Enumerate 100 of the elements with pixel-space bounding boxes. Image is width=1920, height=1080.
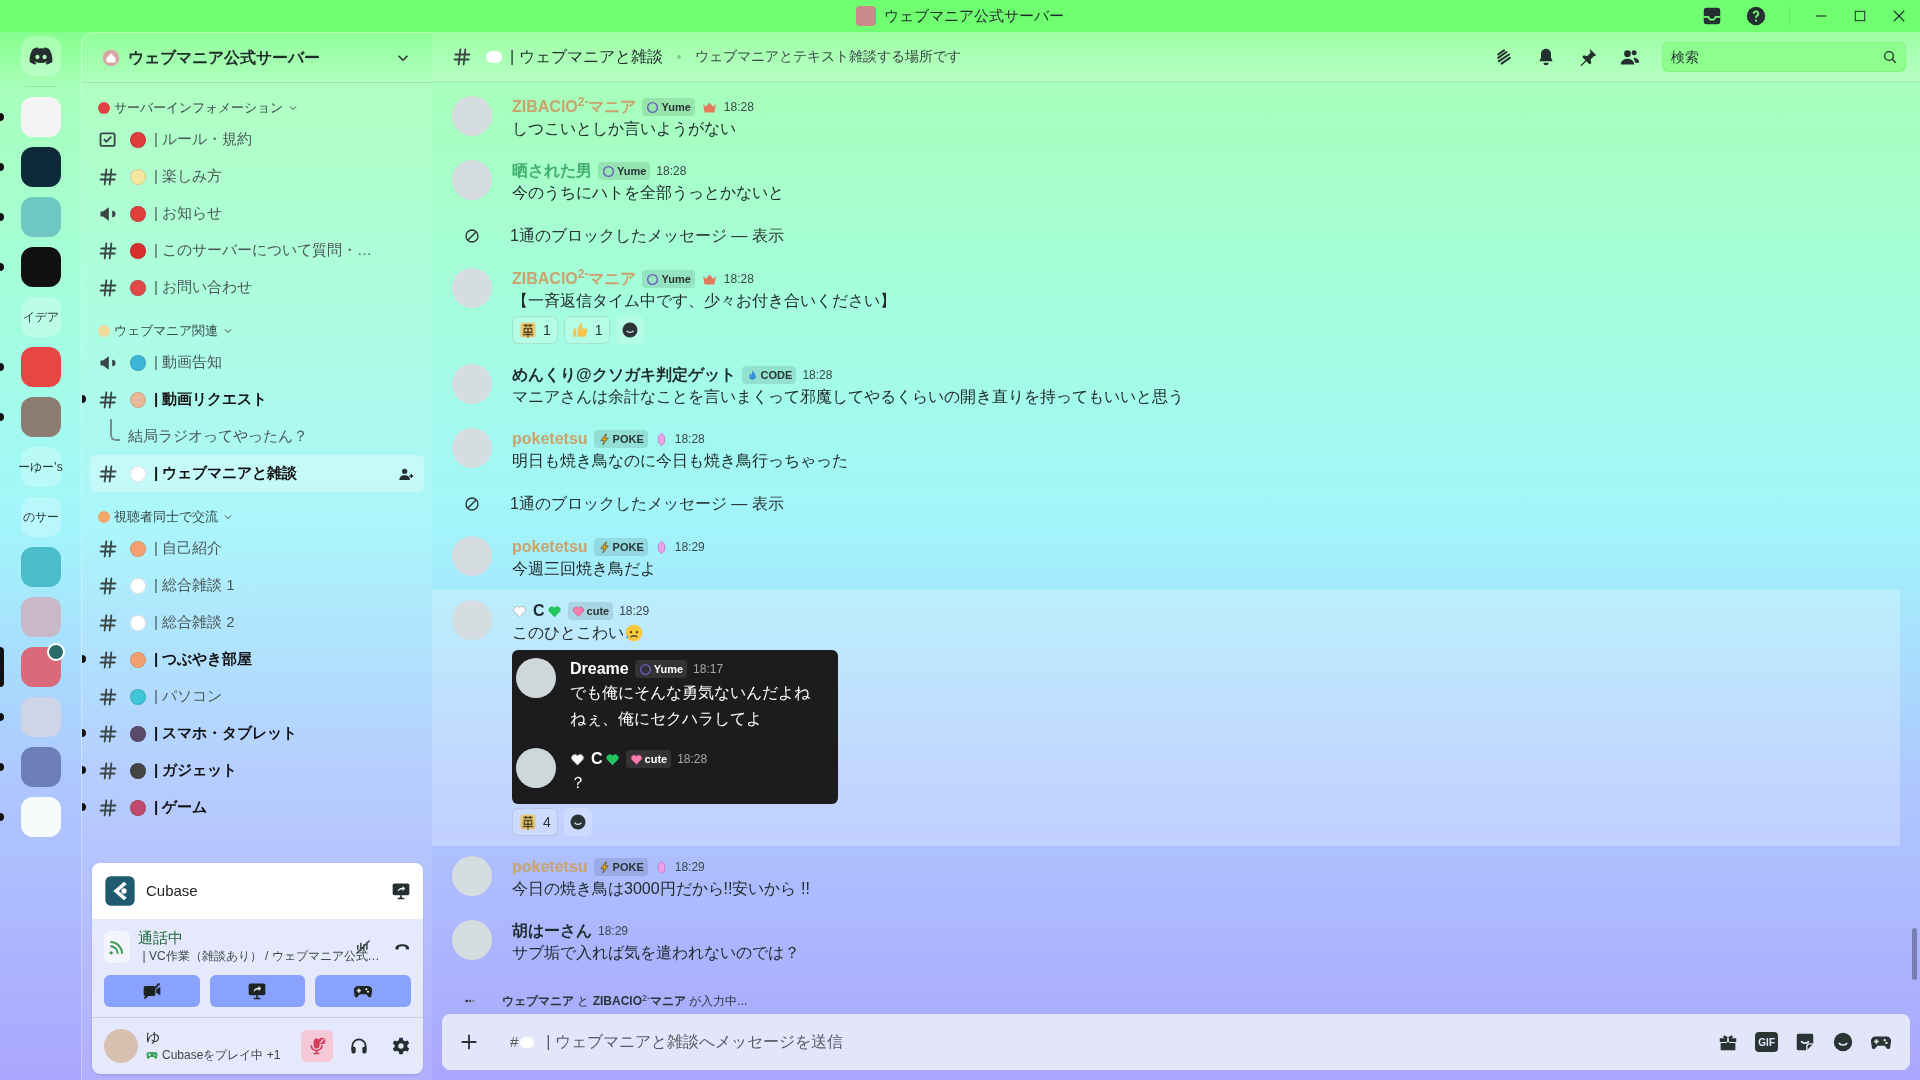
channel-item[interactable]: | お問い合わせ <box>90 269 424 306</box>
thread-name: 結局ラジオってやったん？ <box>128 426 308 447</box>
heart-icon <box>629 752 643 766</box>
screen-share-button[interactable] <box>209 975 306 1007</box>
category-header[interactable]: サーバーインフォメーション <box>90 95 424 121</box>
timestamp: 18:28 <box>802 367 833 384</box>
reaction-button[interactable]: 4 <box>512 808 558 836</box>
channel-item[interactable]: | ガジェット <box>90 752 424 789</box>
inbox-icon[interactable] <box>1701 5 1723 27</box>
microphone-button[interactable] <box>301 1030 333 1062</box>
message-composer[interactable]: # | ウェブマニアと雑談へメッセージを送信 GIF <box>442 1014 1910 1070</box>
channel-name: | ガジェット <box>154 760 238 781</box>
channel-item[interactable]: | 自己紹介 <box>90 530 424 567</box>
timestamp: 18:29 <box>598 923 629 940</box>
timestamp: 18:29 <box>674 539 705 556</box>
channel-item[interactable]: | 動画告知 <box>90 344 424 381</box>
channel-item[interactable]: | 総合雑談 2 <box>90 604 424 641</box>
message-input[interactable]: | ウェブマニアと雑談へメッセージを送信 <box>546 1030 1706 1054</box>
channel-item[interactable]: | スマホ・タブレット <box>90 715 424 752</box>
channel-item[interactable]: | ルール・規約 <box>90 121 424 158</box>
camera-button[interactable] <box>104 975 200 1007</box>
blocked-icon <box>463 227 481 245</box>
username[interactable]: 胡はーさん <box>512 919 592 943</box>
server-icon[interactable] <box>20 147 61 187</box>
role-tag-label: POKE <box>612 859 644 875</box>
add-reaction-button[interactable] <box>563 808 592 836</box>
activity-button[interactable] <box>315 975 411 1007</box>
app-icon <box>104 875 136 907</box>
search-field[interactable]: 検索 <box>1662 41 1906 72</box>
channel-item[interactable]: | ウェブマニアと雑談 <box>90 455 424 492</box>
timestamp: 18:29 <box>619 603 650 620</box>
channel-name: | このサーバーについて質問・… <box>154 240 373 261</box>
category-header[interactable]: ウェブマニア関連 <box>90 318 424 344</box>
help-icon[interactable] <box>1745 5 1767 27</box>
channel-item[interactable]: 結局ラジオってやったん？ <box>90 418 424 455</box>
hash-icon <box>98 797 118 818</box>
heart-icon <box>512 603 527 619</box>
maximize-icon[interactable] <box>1852 8 1868 24</box>
threads-icon[interactable] <box>1494 46 1514 67</box>
moon-icon <box>602 164 615 178</box>
activity-name: Cubase <box>146 880 198 901</box>
blocked-message-notice[interactable]: 1通のブロックしたメッセージ — 表示 <box>510 492 784 516</box>
avatar <box>452 364 492 404</box>
scrollbar-thumb <box>1912 928 1917 980</box>
timestamp: 18:17 <box>693 661 724 678</box>
username[interactable]: めんくり@クソガキ判定ゲット <box>512 363 736 387</box>
add-reaction-button[interactable] <box>615 316 644 344</box>
hash-icon <box>98 538 118 559</box>
channel-name: | お知らせ <box>154 203 223 224</box>
screen-share-icon <box>247 981 268 1001</box>
avatar <box>452 160 492 200</box>
heart-icon <box>546 603 562 619</box>
channel-item[interactable]: | お知らせ <box>90 195 424 232</box>
channel-item[interactable]: | つぶやき部屋 <box>90 641 424 678</box>
moon-icon <box>638 662 652 676</box>
hash-icon <box>98 277 118 298</box>
pin-icon[interactable] <box>1578 46 1598 67</box>
avatar <box>452 856 492 896</box>
message-text: ねぇ、俺にセクハラしてよ <box>570 709 763 729</box>
channel-name: | 動画リクエスト <box>154 389 268 410</box>
avatar <box>452 428 492 468</box>
channel-name: | ルール・規約 <box>154 129 253 150</box>
checklist-icon <box>98 129 118 150</box>
message-text: しつこいとしか言いようがない <box>512 119 736 139</box>
hash-icon <box>98 760 118 781</box>
username[interactable]: C <box>591 747 603 771</box>
server-button[interactable]: ーゆー's <box>20 447 61 487</box>
server-button[interactable]: のサー <box>20 497 61 537</box>
sticker-icon[interactable] <box>1794 1031 1816 1053</box>
home-button[interactable] <box>20 36 61 76</box>
headphones-icon[interactable] <box>349 1036 369 1056</box>
reaction-button[interactable]: 1 <box>512 316 558 344</box>
channel-item[interactable]: | ゲーム <box>90 789 424 826</box>
role-tag-label: Yume <box>661 271 691 287</box>
channel-item[interactable]: | 総合雑談 1 <box>90 567 424 604</box>
channel-item[interactable]: | このサーバーについて質問・… <box>90 232 424 269</box>
username[interactable]: C <box>533 599 545 623</box>
voice-status: 通話中 <box>138 929 185 947</box>
screen-share-icon[interactable] <box>391 881 411 901</box>
reaction-button[interactable]: 1 <box>563 316 610 344</box>
settings-icon[interactable] <box>391 1036 411 1056</box>
channel-item[interactable]: | 動画リクエスト <box>90 381 424 418</box>
gamepad-icon <box>146 1049 158 1061</box>
server-button[interactable]: イデア <box>20 297 61 337</box>
emoji-icon <box>520 1036 535 1048</box>
server-icon[interactable] <box>20 247 61 287</box>
window-title: ウェブマニア公式サーバー <box>884 5 1064 26</box>
channel-item[interactable]: | 楽しみ方 <box>90 158 424 195</box>
app-icon <box>856 6 876 26</box>
avatar <box>452 96 492 136</box>
channel-name: | ゲーム <box>154 797 208 818</box>
avatar <box>104 1029 138 1063</box>
voice-channel-link[interactable]: | VC作業（雑談あり） / ウェブマニア公式… <box>142 947 380 965</box>
moon-icon <box>646 100 660 114</box>
category-header[interactable]: 視聴者同士で交流 <box>90 504 424 530</box>
blocked-message-notice[interactable]: 1通のブロックしたメッセージ — 表示 <box>510 224 784 248</box>
username[interactable]: Dreame <box>570 657 629 681</box>
channel-item[interactable]: | パソコン <box>90 678 424 715</box>
gif-button[interactable]: GIF <box>1755 1032 1778 1052</box>
emoji-picker-icon[interactable] <box>1832 1031 1854 1053</box>
